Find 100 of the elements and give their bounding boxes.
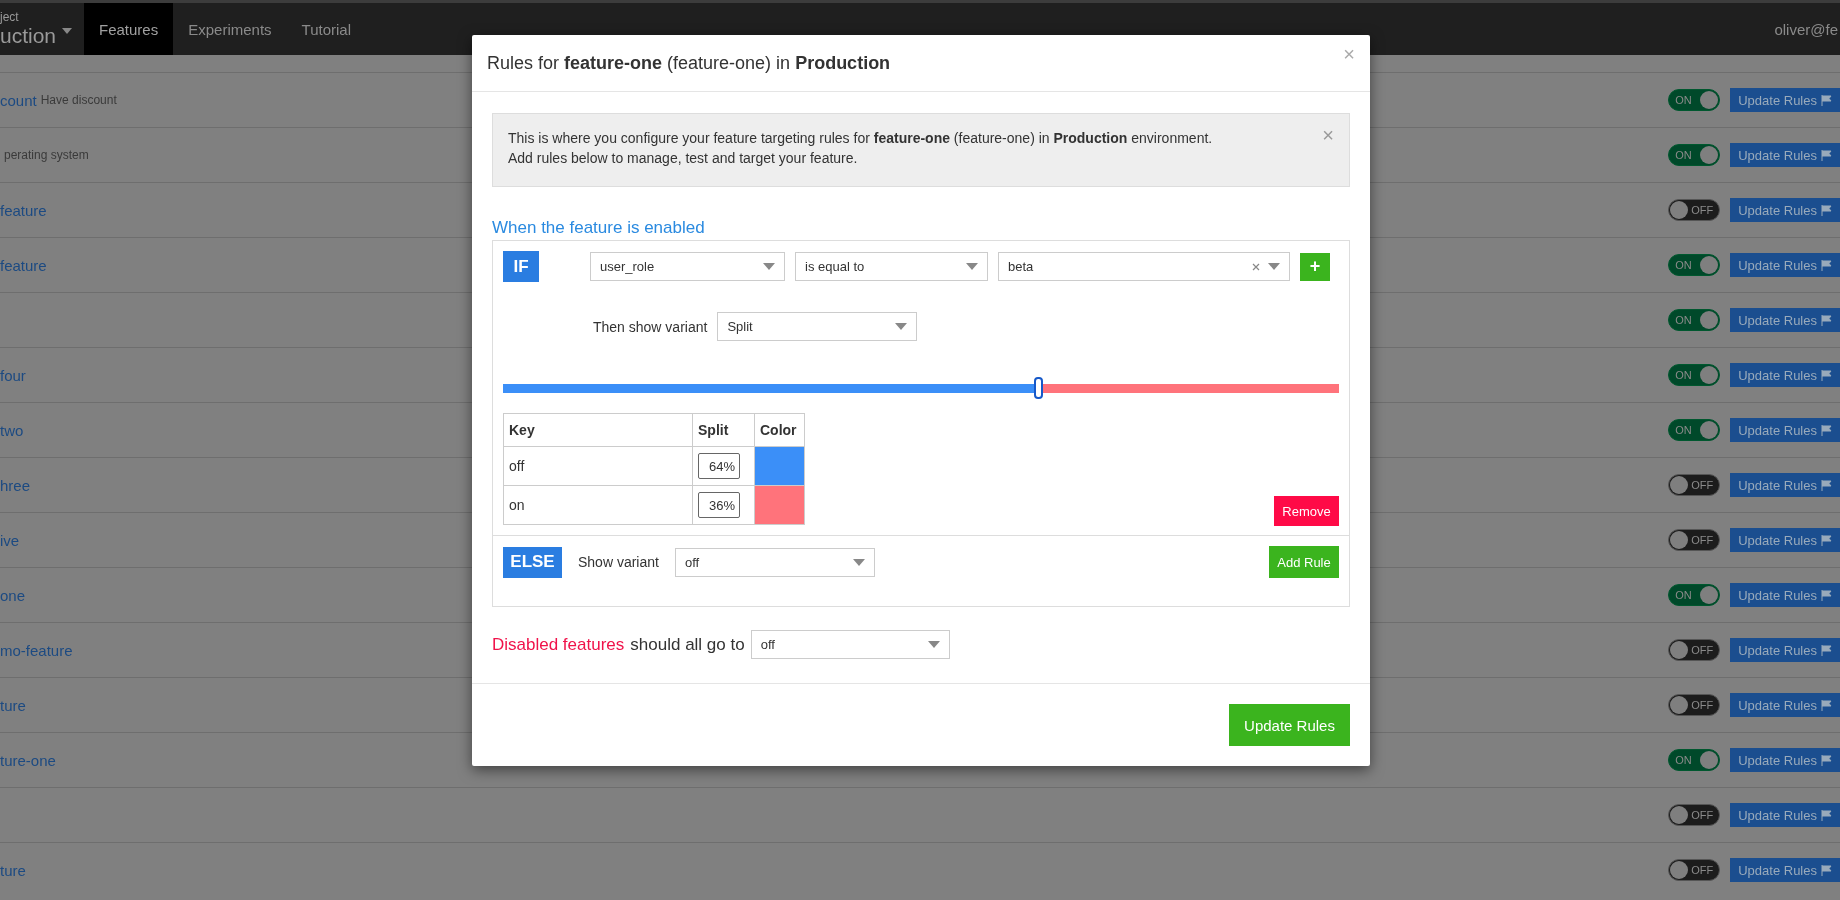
color-swatch[interactable] — [755, 486, 804, 524]
caret-icon[interactable] — [62, 28, 72, 34]
if-badge: IF — [503, 251, 539, 282]
flag-icon — [1821, 699, 1832, 711]
value-select[interactable]: beta — [998, 252, 1290, 281]
split-input[interactable]: 64% — [698, 453, 740, 479]
feature-toggle[interactable]: OFF — [1668, 694, 1721, 716]
feature-link[interactable]: feature — [0, 256, 47, 274]
update-rules-button[interactable]: Update Rules — [1730, 528, 1840, 552]
feature-toggle[interactable]: OFF — [1668, 859, 1721, 881]
clear-icon[interactable] — [1252, 262, 1260, 271]
update-rules-button[interactable]: Update Rules — [1730, 473, 1840, 497]
feature-toggle[interactable]: ON — [1668, 309, 1721, 331]
column-header: Key — [503, 413, 693, 447]
alert-text: Add rules below to manage, test and target your feature. — [508, 149, 859, 168]
table-cell: on — [503, 485, 693, 525]
flag-icon — [1821, 534, 1832, 546]
disabled-label: Disabled features — [492, 634, 625, 655]
feature-link[interactable]: mo-feature — [0, 641, 73, 659]
update-rules-button[interactable]: Update Rules — [1730, 803, 1840, 827]
flag-icon — [1821, 204, 1832, 216]
feature-toggle[interactable]: ON — [1668, 364, 1721, 386]
caret-icon — [1268, 263, 1280, 270]
update-rules-button[interactable]: Update Rules — [1730, 143, 1840, 167]
else-variant-select[interactable]: off — [674, 547, 875, 577]
feature-toggle[interactable]: OFF — [1668, 529, 1721, 551]
column-header: Split — [692, 413, 755, 447]
flag-icon — [1821, 754, 1832, 766]
flag-icon — [1821, 314, 1832, 326]
feature-link[interactable]: ture-one — [0, 751, 56, 769]
nav-tab[interactable]: Features — [84, 3, 174, 55]
alert-text: This is where you configure your feature targeting rules for feature-one (feature-one) in Production environment. — [508, 129, 1213, 148]
feature-toggle[interactable]: ON — [1668, 144, 1721, 166]
split-input[interactable]: 36% — [698, 492, 740, 518]
feature-toggle[interactable]: ON — [1668, 749, 1721, 771]
attribute-select[interactable]: user_role — [590, 252, 785, 281]
feature-toggle[interactable]: ON — [1668, 254, 1721, 276]
update-rules-button[interactable]: Update Rules — [1730, 693, 1840, 717]
feature-toggle[interactable]: OFF — [1668, 639, 1721, 661]
flag-icon — [1821, 479, 1832, 491]
update-rules-button[interactable]: Update Rules — [1730, 198, 1840, 222]
feature-description: perating system — [4, 148, 89, 162]
update-rules-submit[interactable]: Update Rules — [1229, 704, 1350, 746]
update-rules-button[interactable]: Update Rules — [1730, 363, 1840, 387]
feature-description: Have discount — [40, 93, 117, 107]
dialog-title: Rules for feature-one (feature-one) in Production — [487, 52, 891, 74]
flag-icon — [1821, 369, 1832, 381]
caret-icon — [763, 263, 775, 270]
flag-icon — [1821, 424, 1832, 436]
flag-icon — [1821, 644, 1832, 656]
update-rules-button[interactable]: Update Rules — [1730, 253, 1840, 277]
update-rules-button[interactable]: Update Rules — [1730, 583, 1840, 607]
feature-link[interactable]: two — [0, 421, 24, 439]
update-rules-button[interactable]: Update Rules — [1730, 858, 1840, 882]
variant-select[interactable]: Split — [717, 312, 918, 341]
section-title: When the feature is enabled — [492, 218, 706, 238]
update-rules-button[interactable]: Update Rules — [1730, 748, 1840, 772]
feature-toggle[interactable]: OFF — [1668, 804, 1721, 826]
update-rules-button[interactable]: Update Rules — [1730, 308, 1840, 332]
update-rules-button[interactable]: Update Rules — [1730, 88, 1840, 112]
feature-link[interactable]: count — [0, 91, 37, 109]
project-label: ject — [0, 10, 20, 24]
nav-tab[interactable]: Experiments — [173, 3, 287, 55]
variant-label: Then show variant — [593, 318, 708, 335]
table-cell: off — [503, 446, 693, 486]
project-dropdown[interactable]: uction — [0, 23, 84, 48]
caret-icon — [852, 558, 865, 566]
flag-icon — [1821, 259, 1832, 271]
feature-link[interactable]: one — [0, 586, 26, 604]
flag-icon — [1821, 149, 1832, 161]
feature-toggle[interactable]: ON — [1668, 584, 1721, 606]
feature-link[interactable]: four — [0, 366, 26, 384]
remove-button[interactable]: Remove — [1274, 496, 1339, 526]
feature-toggle[interactable]: ON — [1668, 419, 1721, 441]
feature-link[interactable]: ture — [0, 861, 26, 879]
feature-toggle[interactable]: ON — [1668, 89, 1721, 111]
color-swatch[interactable] — [755, 447, 804, 485]
update-rules-button[interactable]: Update Rules — [1730, 638, 1840, 662]
feature-link[interactable]: feature — [0, 201, 47, 219]
flag-icon — [1821, 94, 1832, 106]
column-header: Color — [754, 413, 805, 447]
caret-icon — [927, 641, 940, 648]
feature-toggle[interactable]: OFF — [1668, 199, 1721, 221]
feature-link[interactable]: hree — [0, 476, 31, 494]
add-condition-button[interactable]: + — [1300, 252, 1330, 281]
user-email[interactable]: oliver@fe — [1774, 3, 1838, 55]
caret-icon — [966, 263, 978, 270]
feature-link[interactable]: ture — [0, 696, 26, 714]
update-rules-button[interactable]: Update Rules — [1730, 418, 1840, 442]
flag-icon — [1821, 589, 1832, 601]
nav-tab[interactable]: Tutorial — [286, 3, 367, 55]
split-slider[interactable] — [503, 377, 1339, 399]
flag-icon — [1821, 864, 1832, 876]
feature-toggle[interactable]: OFF — [1668, 474, 1721, 496]
slider-handle[interactable] — [1034, 377, 1044, 399]
flag-icon — [1821, 809, 1832, 821]
add-rule-button[interactable]: Add Rule — [1269, 546, 1339, 578]
feature-link[interactable]: ive — [0, 531, 20, 549]
else-badge: ELSE — [503, 546, 562, 578]
operator-select[interactable]: is equal to — [795, 252, 988, 281]
